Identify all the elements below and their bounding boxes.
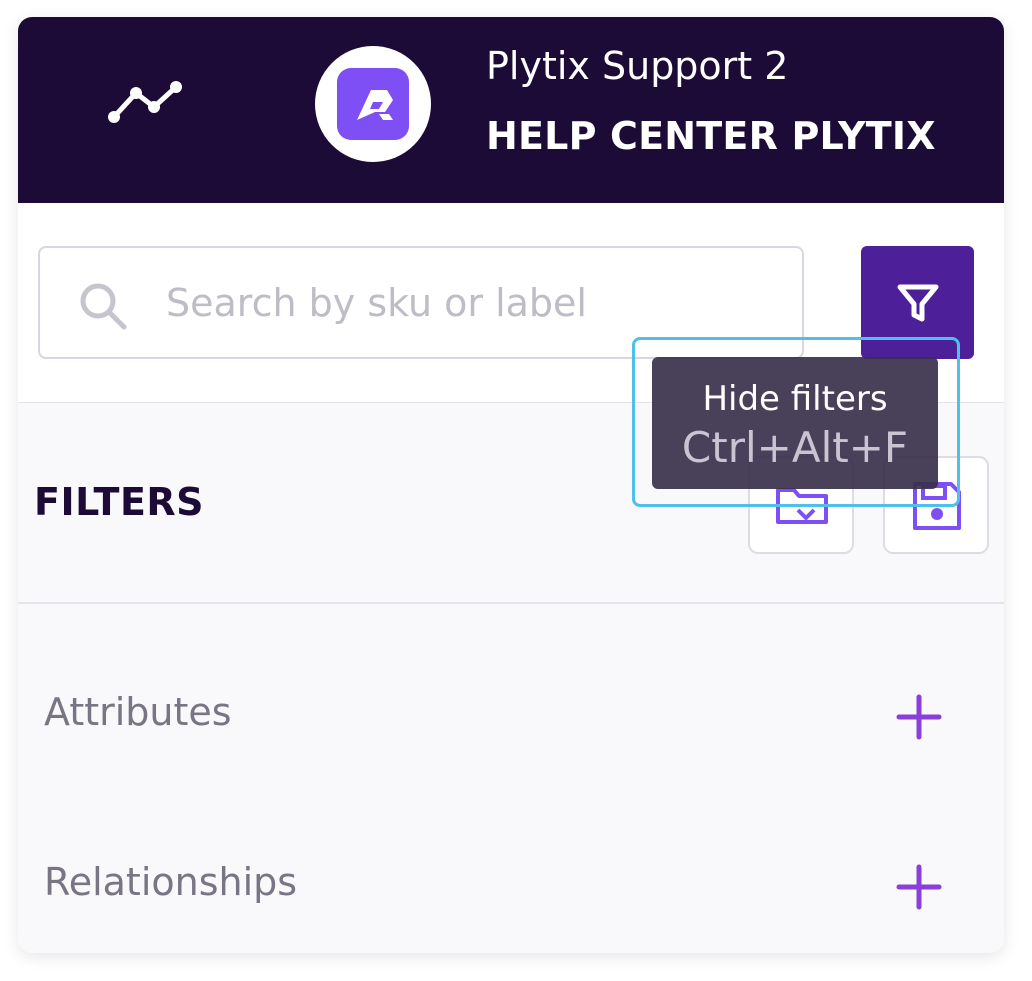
plytix-logo-icon	[337, 68, 409, 140]
account-name: Plytix Support 2	[486, 44, 789, 88]
filters-title: FILTERS	[34, 480, 205, 524]
section-label: Relationships	[44, 860, 298, 904]
tooltip-shortcut: Ctrl+Alt+F	[681, 423, 909, 472]
account-org: HELP CENTER PLYTIX	[486, 114, 936, 158]
search-input[interactable]	[166, 268, 786, 338]
funnel-icon	[897, 284, 939, 322]
account-avatar[interactable]	[315, 46, 431, 162]
search-icon	[76, 279, 130, 333]
plus-icon[interactable]	[896, 694, 942, 740]
tooltip-title: Hide filters	[702, 379, 888, 419]
section-label: Attributes	[44, 690, 232, 734]
section-attributes[interactable]: Attributes	[18, 642, 1004, 792]
trend-line-icon[interactable]	[104, 79, 188, 127]
plus-icon[interactable]	[896, 864, 942, 910]
section-relationships[interactable]: Relationships	[18, 812, 1004, 953]
account-header: Plytix Support 2 HELP CENTER PLYTIX	[18, 17, 1004, 203]
hide-filters-tooltip: Hide filters Ctrl+Alt+F	[652, 357, 938, 489]
